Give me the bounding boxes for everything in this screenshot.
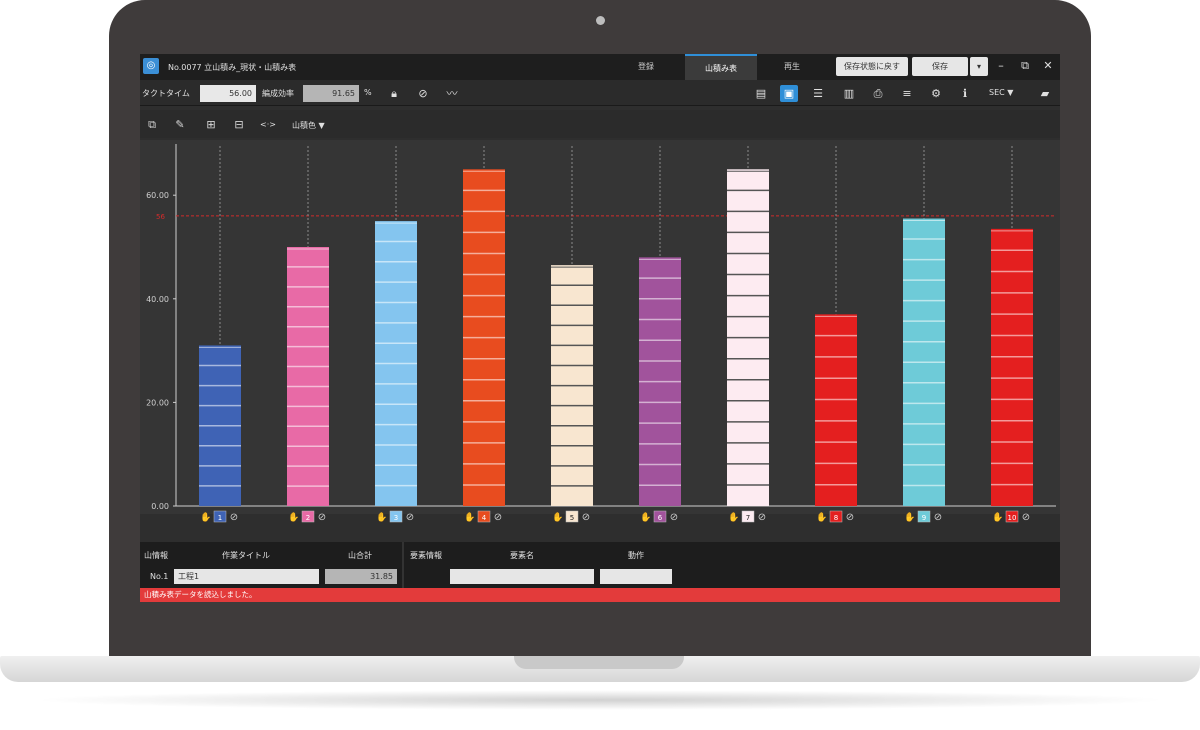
chart-view-icon[interactable]: ▥: [840, 85, 858, 102]
prohibit-icon[interactable]: ⊘: [406, 512, 414, 523]
action-label: 動作: [628, 551, 644, 560]
hand-icon[interactable]: ✋: [904, 511, 915, 523]
hand-icon[interactable]: ✋: [464, 511, 475, 523]
line-graph-icon[interactable]: 〰: [443, 85, 461, 102]
station-id-label: 8: [834, 514, 838, 522]
efficiency-label: 編成効率: [262, 89, 294, 98]
element-info-label: 要素情報: [410, 551, 442, 560]
laptop-notch: [514, 656, 684, 669]
hand-icon[interactable]: ✋: [992, 511, 1003, 523]
station-id-label: 1: [218, 514, 222, 522]
webcam: [596, 16, 605, 25]
yamazumi-chart-svg: 0.00 20.00 40.00 60.00 56 ✋ 1 ⊘ ✋ 2 ⊘ ✋ 3 ⊘ ✋ 4 ⊘ ✋ 5 ⊘ ✋ 6 ⊘ ✋…: [146, 144, 1056, 523]
y-tick-label: 0.00: [151, 502, 169, 511]
efficiency-field: 91.65: [303, 85, 359, 102]
lock-icon[interactable]: 🔒︎: [385, 85, 403, 102]
station-id-label: 6: [658, 514, 663, 522]
station-id-label: 2: [306, 514, 310, 522]
layout-single-icon[interactable]: ▣: [780, 85, 798, 102]
station-id-label: 3: [394, 514, 398, 522]
element-name-label: 要素名: [510, 551, 534, 560]
tab-register[interactable]: 登録: [610, 54, 682, 80]
station-id-label: 10: [1008, 514, 1017, 522]
y-tick-label: 20.00: [146, 398, 169, 407]
prohibit-icon[interactable]: ⊘: [230, 512, 238, 523]
takt-time-label: タクトタイム: [142, 89, 190, 98]
station-id-label: 5: [570, 514, 574, 522]
hand-icon[interactable]: ✋: [288, 511, 299, 523]
laptop-shadow: [30, 690, 1170, 710]
station-bar[interactable]: [287, 247, 329, 506]
station-bar[interactable]: [991, 228, 1033, 506]
close-icon[interactable]: ✕: [1041, 59, 1055, 72]
folder-icon[interactable]: ▰: [1036, 85, 1054, 102]
app-logo-icon: ◎: [143, 58, 159, 74]
add-icon[interactable]: ⊞: [202, 116, 220, 133]
action-field[interactable]: [600, 569, 672, 584]
status-bar: 山積み表データを読込しました。: [140, 588, 1060, 602]
y-tick-label: 60.00: [146, 191, 169, 200]
list-view-icon[interactable]: ☰: [809, 85, 827, 102]
work-title-field[interactable]: 工程1: [174, 569, 319, 584]
hand-icon[interactable]: ✋: [200, 511, 211, 523]
maximize-icon[interactable]: ⧉: [1018, 59, 1032, 73]
prohibit-icon[interactable]: ⊘: [846, 512, 854, 523]
prohibit-icon[interactable]: ⊘: [758, 512, 766, 523]
title-bar: ◎ No.0077 立山積み_現状・山積み表 登録 山積み表 再生 保存状態に戻…: [140, 54, 1060, 80]
row-number: No.1: [150, 572, 169, 581]
stack-color-select[interactable]: 山積色 ▼: [292, 120, 325, 131]
save-button[interactable]: 保存: [912, 57, 968, 76]
prohibit-icon[interactable]: ⊘: [494, 512, 502, 523]
station-id-label: 4: [482, 514, 487, 522]
tab-yamazumi-chart[interactable]: 山積み表: [685, 54, 757, 80]
hand-icon[interactable]: ✋: [640, 511, 651, 523]
info-panel: 山情報 作業タイトル 山合計 No.1 工程1 31.85 要素情報 要素名 動…: [140, 542, 1060, 588]
takt-time-field[interactable]: 56.00: [200, 85, 256, 102]
station-id-label: 7: [746, 514, 750, 522]
minimize-icon[interactable]: –: [994, 59, 1008, 72]
mountain-total-label: 山合計: [348, 551, 372, 560]
mountain-total-field: 31.85: [325, 569, 397, 584]
tab-playback[interactable]: 再生: [756, 54, 828, 80]
time-unit-select[interactable]: SEC ▼: [989, 88, 1013, 97]
window-title: No.0077 立山積み_現状・山積み表: [168, 63, 297, 72]
info-icon[interactable]: ℹ: [956, 85, 974, 102]
prohibit-icon[interactable]: ⊘: [582, 512, 590, 523]
prohibit-icon[interactable]: ⊘: [934, 512, 942, 523]
main-toolbar: タクトタイム 56.00 編成効率 91.65 % 🔒︎ ⊘ 〰 ▤ ▣ ☰ ▥…: [140, 80, 1060, 106]
hand-icon[interactable]: ✋: [376, 511, 387, 523]
app-window: ◎ No.0077 立山積み_現状・山積み表 登録 山積み表 再生 保存状態に戻…: [140, 54, 1060, 602]
hand-icon[interactable]: ✋: [728, 511, 739, 523]
layout-split-icon[interactable]: ▤: [752, 85, 770, 102]
copy-icon[interactable]: ⧉: [143, 116, 161, 133]
station-bar[interactable]: [815, 314, 857, 506]
hand-icon[interactable]: ✋: [816, 511, 827, 523]
yamazumi-chart: 0.00 20.00 40.00 60.00 56 ✋ 1 ⊘ ✋ 2 ⊘ ✋ 3 ⊘ ✋ 4 ⊘ ✋ 5 ⊘ ✋ 6 ⊘ ✋…: [140, 140, 1060, 523]
remove-icon[interactable]: ⊟: [230, 116, 248, 133]
save-dropdown-button[interactable]: ▾: [970, 57, 988, 76]
prohibit-icon[interactable]: ⊘: [414, 85, 432, 102]
efficiency-unit: %: [364, 88, 372, 97]
print-icon[interactable]: ⎙: [869, 85, 887, 102]
restore-saved-button[interactable]: 保存状態に戻す: [836, 57, 908, 76]
work-title-label: 作業タイトル: [222, 551, 270, 560]
menu-icon[interactable]: ≡: [898, 85, 916, 102]
eraser-icon[interactable]: ✎: [171, 116, 189, 133]
mountain-info-label: 山情報: [144, 551, 168, 560]
element-name-field[interactable]: [450, 569, 594, 584]
prohibit-icon[interactable]: ⊘: [670, 512, 678, 523]
prohibit-icon[interactable]: ⊘: [1022, 512, 1030, 523]
prohibit-icon[interactable]: ⊘: [318, 512, 326, 523]
panel-divider: [402, 542, 404, 588]
hand-icon[interactable]: ✋: [552, 511, 563, 523]
chart-toolbar: ⧉ ✎ ⊞ ⊟ <·> 山積色 ▼: [140, 110, 1060, 138]
station-id-label: 9: [922, 514, 926, 522]
takt-line-label: 56: [156, 213, 165, 221]
gear-icon[interactable]: ⚙: [927, 85, 945, 102]
range-icon[interactable]: <·>: [260, 120, 276, 129]
y-tick-label: 40.00: [146, 295, 169, 304]
